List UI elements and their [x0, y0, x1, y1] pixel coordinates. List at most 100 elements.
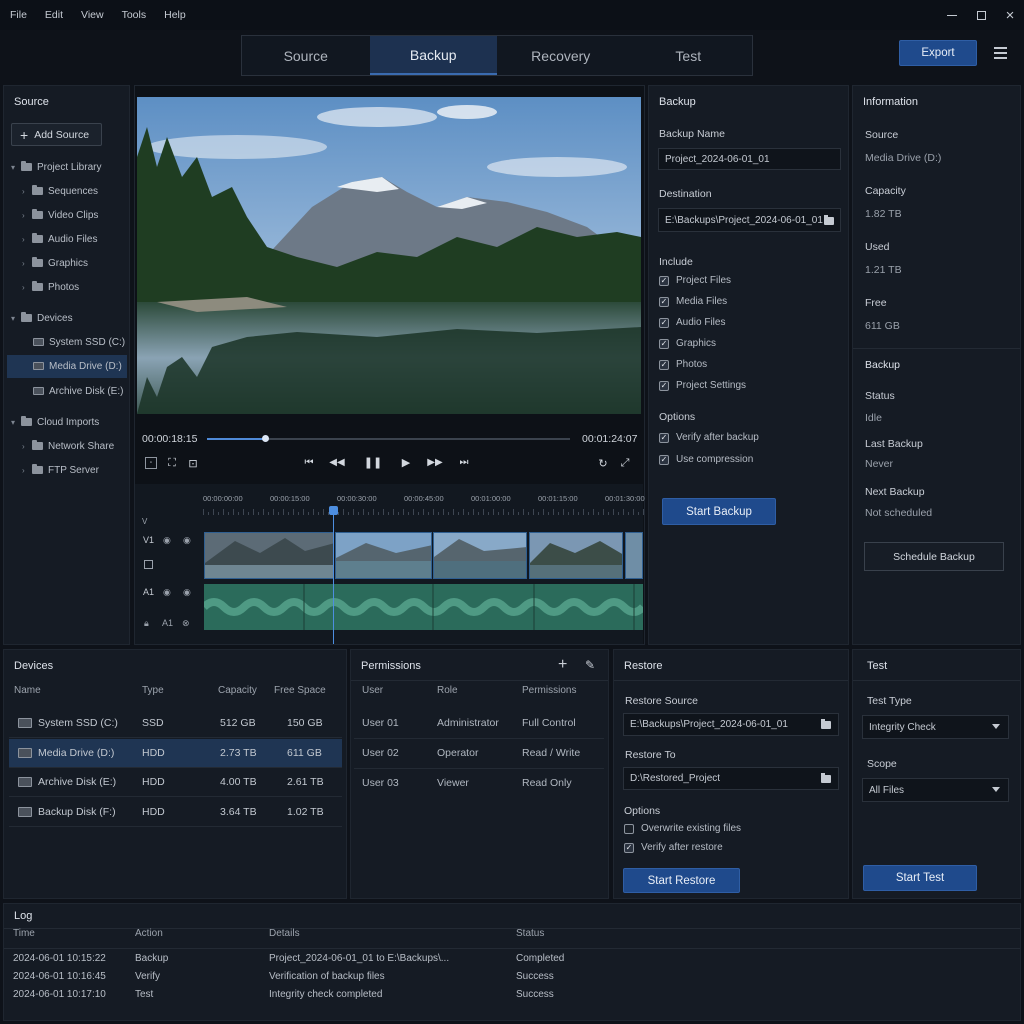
tree-photos[interactable]: › Photos	[22, 278, 79, 296]
video-clip[interactable]	[335, 532, 432, 579]
playhead[interactable]	[328, 506, 338, 644]
scope-select[interactable]: All Files	[862, 778, 1009, 802]
header-type[interactable]: Type	[142, 685, 164, 696]
tree-graphics[interactable]: › Graphics	[22, 254, 88, 272]
header-time[interactable]: Time	[13, 928, 35, 939]
tree-ftp-server[interactable]: › FTP Server	[22, 461, 99, 479]
close-icon[interactable]: ×	[995, 0, 1024, 30]
checkbox-checked-icon[interactable]: ✓	[659, 454, 669, 465]
track-target-icon[interactable]: ◉	[163, 587, 171, 598]
tab-backup[interactable]: Backup	[369, 36, 497, 75]
eye-icon[interactable]: ◉	[183, 587, 191, 598]
menu-tools[interactable]: Tools	[113, 9, 156, 21]
start-restore-button[interactable]: Start Restore	[623, 868, 740, 893]
backup-name-input[interactable]: Project_2024-06-01_01	[658, 148, 841, 170]
timeline-ruler[interactable]: 00:00:00:00 00:00:15:00 00:00:30:00 00:00:4…	[203, 492, 645, 516]
fullscreen-icon[interactable]: ⛶	[166, 457, 178, 469]
tree-devices[interactable]: ▾ Devices	[11, 309, 73, 327]
video-clip[interactable]	[625, 532, 643, 579]
checkbox-checked-icon[interactable]: ✓	[659, 359, 669, 370]
audio-track[interactable]	[201, 584, 646, 630]
header-permissions[interactable]: Permissions	[522, 685, 576, 696]
table-row[interactable]: System SSD (C:) SSD 512 GB 150 GB	[9, 709, 342, 737]
step-forward-icon[interactable]: ▶▶	[427, 455, 443, 469]
table-row[interactable]: User 01 Administrator Full Control	[351, 709, 608, 738]
start-backup-button[interactable]: Start Backup	[662, 498, 776, 525]
checkbox-checked-icon[interactable]: ✓	[624, 842, 634, 853]
step-back-icon[interactable]: ◀◀	[329, 455, 345, 469]
menu-edit[interactable]: Edit	[36, 9, 72, 21]
tree-archive-disk[interactable]: Archive Disk (E:)	[33, 382, 123, 400]
eye-icon[interactable]: ◉	[183, 535, 191, 546]
seek-bar[interactable]	[207, 435, 570, 442]
folder-browse-icon[interactable]	[821, 773, 831, 786]
maximize-icon[interactable]	[966, 0, 996, 30]
include-checkbox[interactable]: ✓ Project Settings	[659, 380, 746, 391]
header-free-space[interactable]: Free Space	[274, 685, 326, 696]
restore-option-checkbox[interactable]: Overwrite existing files	[624, 823, 741, 834]
header-action[interactable]: Action	[135, 928, 163, 939]
tab-recovery[interactable]: Recovery	[497, 36, 625, 75]
checkbox-checked-icon[interactable]: ✓	[659, 380, 669, 391]
include-checkbox[interactable]: ✓ Graphics	[659, 338, 716, 349]
pause-icon[interactable]: ❚❚	[364, 455, 382, 469]
header-user[interactable]: User	[362, 685, 383, 696]
export-button[interactable]: Export	[899, 40, 977, 66]
tree-audio-files[interactable]: › Audio Files	[22, 230, 97, 248]
checkbox-checked-icon[interactable]: ✓	[659, 338, 669, 349]
checkbox-checked-icon[interactable]: ✓	[659, 432, 669, 443]
header-name[interactable]: Name	[14, 685, 41, 696]
checkbox-checked-icon[interactable]: ✓	[659, 275, 669, 286]
add-user-icon[interactable]: +	[558, 656, 567, 674]
include-checkbox[interactable]: ✓ Photos	[659, 359, 707, 370]
table-row[interactable]: User 03 Viewer Read Only	[351, 769, 608, 798]
table-row[interactable]: User 02 Operator Read / Write	[351, 739, 608, 768]
tree-cloud-imports[interactable]: ▾ Cloud Imports	[11, 413, 99, 431]
play-icon[interactable]: ▶	[398, 455, 414, 469]
log-row[interactable]: 2024-06-01 10:17:10 Test Integrity check c…	[13, 989, 1013, 1005]
checkbox-unchecked-icon[interactable]	[624, 823, 634, 834]
restore-source-input[interactable]: E:\Backups\Project_2024-06-01_01	[623, 713, 839, 736]
edit-icon[interactable]: ✎	[585, 658, 595, 672]
log-row[interactable]: 2024-06-01 10:15:22 Backup Project_2024-06…	[13, 953, 1013, 969]
safe-area-icon[interactable]: ▫	[145, 457, 157, 469]
table-row[interactable]: Archive Disk (E:) HDD 4.00 TB 2.61 TB	[9, 768, 342, 796]
resize-icon[interactable]: ⤢	[618, 456, 632, 470]
skip-back-icon[interactable]: ⏮	[301, 455, 317, 469]
option-checkbox[interactable]: ✓ Use compression	[659, 454, 753, 465]
start-test-button[interactable]: Start Test	[863, 865, 977, 891]
tree-sequences[interactable]: › Sequences	[22, 182, 98, 200]
link-icon[interactable]: ⊗	[182, 618, 190, 629]
tab-source[interactable]: Source	[242, 36, 370, 75]
tree-project-library[interactable]: ▾ Project Library	[11, 158, 101, 176]
tree-system-ssd[interactable]: System SSD (C:)	[33, 333, 125, 351]
checkbox-checked-icon[interactable]: ✓	[659, 317, 669, 328]
table-row[interactable]: Backup Disk (F:) HDD 3.64 TB 1.02 TB	[9, 798, 342, 826]
tree-network-share[interactable]: › Network Share	[22, 437, 114, 455]
option-checkbox[interactable]: ✓ Verify after backup	[659, 432, 759, 443]
menu-view[interactable]: View	[72, 9, 113, 21]
menu-file[interactable]: File	[0, 9, 36, 21]
lock-icon[interactable]: 🔒︎	[144, 618, 149, 629]
hamburger-menu-icon[interactable]	[994, 47, 1007, 59]
header-status[interactable]: Status	[516, 928, 544, 939]
video-preview[interactable]	[137, 97, 641, 414]
restore-to-input[interactable]: D:\Restored_Project	[623, 767, 839, 790]
schedule-backup-button[interactable]: Schedule Backup	[864, 542, 1004, 571]
tree-media-drive[interactable]: Media Drive (D:)	[33, 357, 122, 375]
include-checkbox[interactable]: ✓ Project Files	[659, 275, 731, 286]
minimize-icon[interactable]	[937, 0, 967, 30]
header-details[interactable]: Details	[269, 928, 300, 939]
crop-icon[interactable]: ⊡	[187, 457, 199, 470]
skip-forward-icon[interactable]: ⏭	[456, 455, 472, 469]
menu-help[interactable]: Help	[155, 9, 195, 21]
tab-test[interactable]: Test	[625, 36, 753, 75]
test-type-select[interactable]: Integrity Check	[862, 715, 1009, 739]
video-clip[interactable]	[433, 532, 527, 579]
checkbox-checked-icon[interactable]: ✓	[659, 296, 669, 307]
include-checkbox[interactable]: ✓ Media Files	[659, 296, 727, 307]
header-role[interactable]: Role	[437, 685, 458, 696]
video-clip[interactable]	[529, 532, 623, 579]
track-target-icon[interactable]: ◉	[163, 535, 171, 546]
destination-input[interactable]: E:\Backups\Project_2024-06-01_01	[658, 208, 841, 232]
